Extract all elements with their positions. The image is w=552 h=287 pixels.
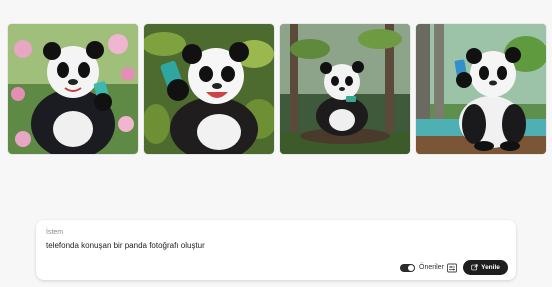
settings-sliders-icon[interactable] bbox=[447, 263, 457, 273]
panda-image-flowers bbox=[8, 24, 138, 154]
generated-image-1[interactable] bbox=[8, 24, 138, 154]
panda-image-forest bbox=[280, 24, 410, 154]
suggestions-toggle[interactable] bbox=[400, 264, 415, 272]
refresh-button[interactable]: Yenile bbox=[463, 260, 508, 275]
panda-image-lake bbox=[416, 24, 546, 154]
prompt-panel: İstem Öneriler Yenile bbox=[36, 220, 516, 280]
panda-image-jungle bbox=[144, 24, 274, 154]
prompt-input[interactable] bbox=[46, 241, 466, 250]
generated-image-2[interactable] bbox=[144, 24, 274, 154]
prompt-label: İstem bbox=[46, 229, 64, 236]
image-gallery bbox=[8, 24, 546, 154]
refresh-button-label: Yenile bbox=[481, 264, 500, 271]
generated-image-3[interactable] bbox=[280, 24, 410, 154]
refresh-icon bbox=[471, 264, 478, 271]
generated-image-4[interactable] bbox=[416, 24, 546, 154]
suggestions-label: Öneriler bbox=[419, 264, 444, 271]
